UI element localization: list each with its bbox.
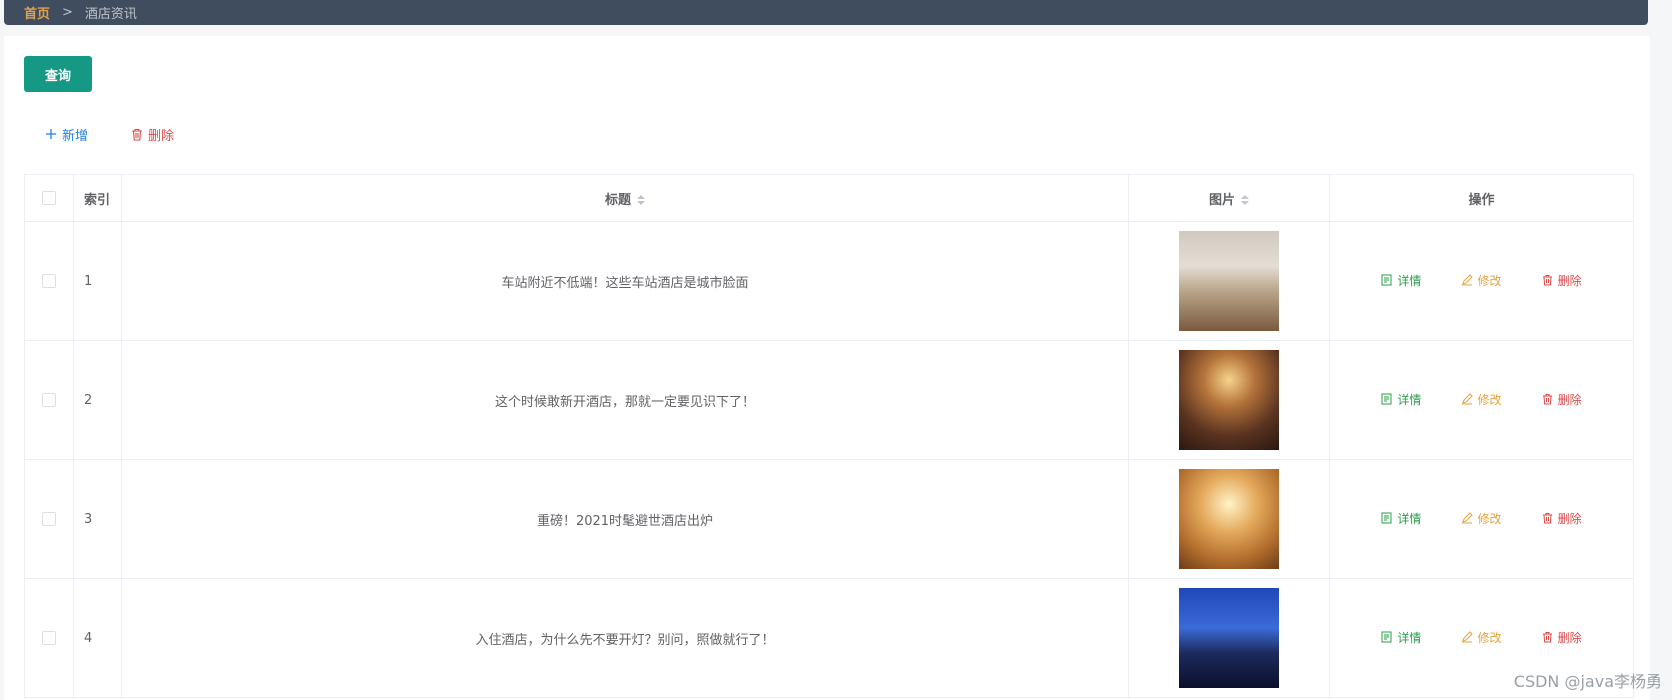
breadcrumb-current: 酒店资讯 (84, 7, 137, 22)
header-image-label: 图片 (1208, 192, 1235, 208)
header-index: 索引 (73, 174, 122, 222)
row-index: 1 (73, 221, 122, 341)
header-title[interactable]: 标题 (121, 174, 1129, 222)
row-ops: 详情 修改 删除 (1329, 340, 1634, 460)
document-icon (1381, 274, 1393, 286)
main-panel: 查询 新增 删除 索引 标题 图片 操作 1 车站附近不低端！这些车站酒店是城市… (4, 36, 1650, 700)
add-button[interactable]: 新增 (44, 124, 88, 144)
row-index: 4 (73, 578, 122, 698)
delete-button[interactable]: 删除 (1542, 391, 1582, 408)
delete-button[interactable]: 删除 (1542, 629, 1582, 646)
row-image-cell (1128, 221, 1330, 341)
detail-button[interactable]: 详情 (1381, 391, 1421, 408)
header-title-label: 标题 (604, 192, 631, 208)
breadcrumb-home[interactable]: 首页 (24, 3, 50, 22)
detail-button[interactable]: 详情 (1381, 272, 1421, 289)
table-row: 2 这个时候敢新开酒店，那就一定要见识下了！ 详情 修改 删除 (24, 340, 1634, 460)
pencil-icon (1461, 631, 1474, 643)
pencil-icon (1461, 274, 1474, 286)
table-row: 3 重磅！2021时髦避世酒店出炉 详情 修改 删除 (24, 459, 1634, 579)
edit-button[interactable]: 修改 (1461, 391, 1502, 408)
row-title: 重磅！2021时髦避世酒店出炉 (121, 459, 1129, 579)
document-icon (1381, 393, 1393, 405)
row-select[interactable] (24, 578, 74, 698)
sort-caret-icon[interactable] (637, 195, 645, 205)
header-ops: 操作 (1329, 174, 1634, 222)
table-row: 4 入住酒店，为什么先不要开灯？别问，照做就行了！ 详情 修改 删除 (24, 578, 1634, 698)
row-title: 入住酒店，为什么先不要开灯？别问，照做就行了！ (121, 578, 1129, 698)
query-button[interactable]: 查询 (24, 56, 92, 92)
header-image[interactable]: 图片 (1128, 174, 1330, 222)
watermark: CSDN @java李杨勇 (1513, 672, 1662, 691)
news-table: 索引 标题 图片 操作 1 车站附近不低端！这些车站酒店是城市脸面 详情 修改 … (24, 174, 1634, 698)
edit-button[interactable]: 修改 (1461, 510, 1502, 527)
delete-button[interactable]: 删除 (1542, 272, 1582, 289)
row-ops: 详情 修改 删除 (1329, 221, 1634, 341)
row-checkbox[interactable] (42, 393, 56, 407)
city-night-image (1179, 588, 1279, 688)
trash-icon (1542, 512, 1554, 524)
row-title: 这个时候敢新开酒店，那就一定要见识下了！ (121, 340, 1129, 460)
pencil-icon (1461, 393, 1474, 405)
row-title: 车站附近不低端！这些车站酒店是城市脸面 (121, 221, 1129, 341)
row-checkbox[interactable] (42, 274, 56, 288)
banquet-hall-image (1179, 350, 1279, 450)
breadcrumb: 首页 > 酒店资讯 (4, 0, 1648, 25)
row-checkbox[interactable] (42, 512, 56, 526)
header-select-all[interactable] (24, 174, 74, 222)
add-label: 新增 (62, 128, 89, 144)
document-icon (1381, 631, 1393, 643)
table-header-row: 索引 标题 图片 操作 (24, 174, 1634, 222)
detail-button[interactable]: 详情 (1381, 510, 1421, 527)
row-image-cell (1128, 340, 1330, 460)
breadcrumb-separator: > (62, 5, 73, 20)
row-image-cell (1128, 459, 1330, 579)
row-index: 2 (73, 340, 122, 460)
row-checkbox[interactable] (42, 631, 56, 645)
batch-delete-label: 删除 (148, 128, 175, 144)
trash-icon (1542, 631, 1554, 643)
row-select[interactable] (24, 221, 74, 341)
row-select[interactable] (24, 459, 74, 579)
delete-button[interactable]: 删除 (1542, 510, 1582, 527)
table-row: 1 车站附近不低端！这些车站酒店是城市脸面 详情 修改 删除 (24, 221, 1634, 341)
trash-icon (1542, 393, 1554, 405)
select-all-checkbox[interactable] (42, 191, 56, 205)
hotel-room-image (1179, 231, 1279, 331)
pencil-icon (1461, 512, 1474, 524)
edit-button[interactable]: 修改 (1461, 629, 1502, 646)
row-image-cell (1128, 578, 1330, 698)
suite-interior-image (1179, 469, 1279, 569)
sort-caret-icon[interactable] (1241, 195, 1249, 205)
batch-delete-button[interactable]: 删除 (130, 124, 174, 144)
trash-icon (130, 127, 144, 141)
detail-button[interactable]: 详情 (1381, 629, 1421, 646)
document-icon (1381, 512, 1393, 524)
plus-icon (44, 127, 58, 141)
row-index: 3 (73, 459, 122, 579)
row-select[interactable] (24, 340, 74, 460)
trash-icon (1542, 274, 1554, 286)
edit-button[interactable]: 修改 (1461, 272, 1502, 289)
row-ops: 详情 修改 删除 (1329, 459, 1634, 579)
